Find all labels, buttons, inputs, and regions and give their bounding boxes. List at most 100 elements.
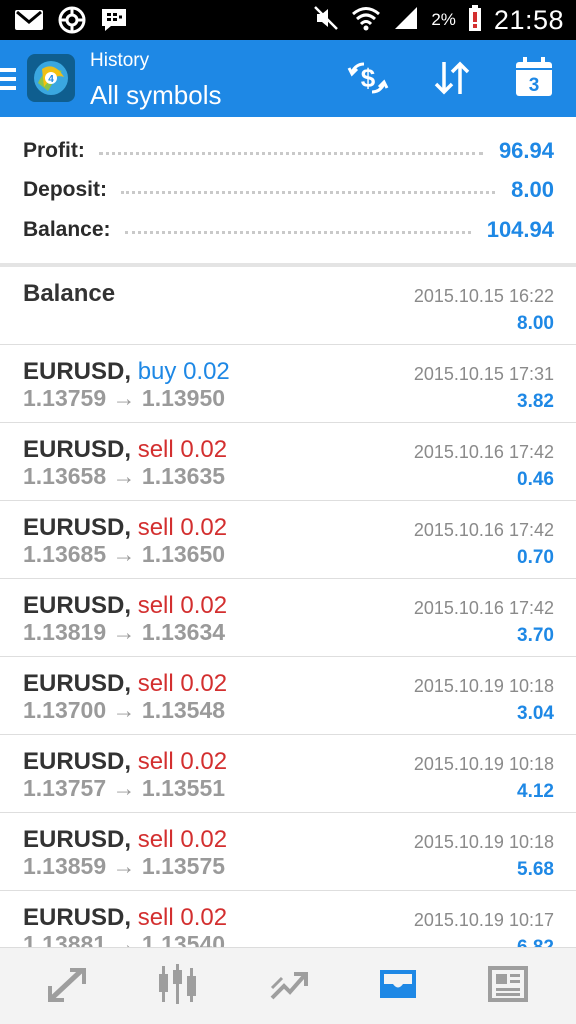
profit-label: Profit: [23,139,85,162]
row-symbol: EURUSD, sell 0.02 [23,826,228,853]
row-volume: 0.02 [183,358,230,385]
history-row[interactable]: EURUSD, buy 0.02 1.13759 → 1.13950 2015.… [0,345,576,423]
row-profit: 3.82 [517,391,554,412]
sort-icon[interactable] [430,58,474,103]
bottom-navigation [0,947,576,1024]
deposit-value: 8.00 [511,177,554,202]
history-summary: Profit: 96.94 Deposit: 8.00 Balance: 104… [0,117,576,267]
row-date: 2015.10.16 17:42 [413,598,554,618]
row-volume: 0.02 [180,826,228,853]
row-profit: 0.46 [517,469,554,490]
symbol-filter-title[interactable]: All symbols [90,80,221,111]
row-side: sell [137,748,174,775]
history-row[interactable]: EURUSD, sell 0.02 1.13819 → 1.13634 2015… [0,579,576,657]
metatrader-logo[interactable]: 4 [26,53,76,103]
row-symbol: EURUSD, sell 0.02 [23,514,228,541]
row-symbol: EURUSD, sell 0.02 [23,904,228,931]
profit-row: Profit: 96.94 [23,131,554,171]
nav-news[interactable] [450,948,565,1024]
row-symbol: EURUSD, sell 0.02 [23,436,228,463]
status-bar: 2% 21:58 [0,0,576,40]
row-side: sell [137,436,174,463]
history-row[interactable]: EURUSD, sell 0.02 1.13658 → 1.13635 2015… [0,423,576,501]
nav-history[interactable] [340,948,455,1024]
gmail-icon [14,8,44,37]
row-prices: 1.13757 → 1.13551 [23,775,226,801]
system-icons: 2% 21:58 [313,0,564,40]
balance-label: Balance: [23,218,111,241]
row-profit: 0.70 [517,547,554,568]
battery-icon [468,4,482,36]
history-row[interactable]: EURUSD, sell 0.02 1.13881 → 1.13540 2015… [0,891,576,947]
history-row[interactable]: EURUSD, sell 0.02 1.13685 → 1.13650 2015… [0,501,576,579]
screen-subtitle: History [90,50,150,71]
row-date: 2015.10.19 10:17 [413,910,554,930]
row-side: sell [137,592,174,619]
row-prices: 1.13881 → 1.13540 [23,931,226,947]
battery-percent: 2% [431,10,456,29]
row-symbol: EURUSD, buy 0.02 [23,358,230,385]
row-volume: 0.02 [180,748,228,775]
nav-trade[interactable] [230,948,345,1024]
row-prices: 1.13685 → 1.13650 [23,541,226,567]
row-profit: 8.00 [517,313,554,334]
row-profit: 3.04 [517,703,554,724]
news-icon [486,964,530,1009]
row-volume: 0.02 [180,436,228,463]
trade-icon [266,964,310,1009]
row-volume: 0.02 [180,670,228,697]
quotes-icon [46,964,90,1009]
menu-icon[interactable] [0,66,18,97]
row-prices: 1.13859 → 1.13575 [23,853,226,879]
balance-value: 104.94 [486,217,554,242]
calendar-icon[interactable]: 3 [514,56,554,103]
calendar-day: 3 [529,75,540,96]
balance-row: Balance: 104.94 [23,210,554,250]
row-date: 2015.10.16 17:42 [413,442,554,462]
row-date: 2015.10.16 17:42 [413,520,554,540]
row-prices: 1.13700 → 1.13548 [23,697,226,723]
chart-icon [156,964,200,1009]
history-row[interactable]: EURUSD, sell 0.02 1.13757 → 1.13551 2015… [0,735,576,813]
nav-chart[interactable] [120,948,235,1024]
wifi-icon [351,5,381,36]
clock: 21:58 [493,4,564,35]
history-row[interactable]: EURUSD, sell 0.02 1.13859 → 1.13575 2015… [0,813,576,891]
row-volume: 0.02 [180,592,228,619]
app-icon [58,6,86,39]
profit-value: 96.94 [498,138,554,163]
notification-icons [14,6,128,39]
bbm-icon [100,7,128,38]
nav-quotes[interactable] [10,948,125,1024]
history-row[interactable]: EURUSD, sell 0.02 1.13700 → 1.13548 2015… [0,657,576,735]
mute-icon [313,5,339,36]
row-volume: 0.02 [180,904,228,931]
row-side: sell [137,514,174,541]
app-bar: 4 History All symbols $ 3 [0,40,576,117]
svg-text:$: $ [361,63,376,93]
history-row[interactable]: Balance 2015.10.15 16:22 8.00 [0,267,576,345]
row-side: sell [137,670,174,697]
row-date: 2015.10.19 10:18 [413,754,554,774]
row-symbol: EURUSD, sell 0.02 [23,670,228,697]
row-side: sell [137,826,174,853]
dotted-leader [124,230,471,234]
currency-exchange-icon[interactable]: $ [346,58,390,103]
dotted-leader [121,190,496,194]
dotted-leader [98,151,483,155]
row-side: buy [137,358,177,385]
history-list[interactable]: Balance 2015.10.15 16:22 8.00 EURUSD, bu… [0,267,576,947]
row-prices: 1.13819 → 1.13634 [23,619,226,645]
row-symbol: Balance [23,280,116,307]
row-profit: 6.82 [517,937,554,947]
row-prices: 1.13759 → 1.13950 [23,385,226,411]
row-date: 2015.10.15 17:31 [413,364,554,384]
history-icon [376,964,420,1009]
row-profit: 3.70 [517,625,554,646]
row-date: 2015.10.19 10:18 [413,832,554,852]
svg-text:4: 4 [48,74,54,85]
row-symbol: EURUSD, sell 0.02 [23,748,228,775]
row-volume: 0.02 [180,514,228,541]
row-side: sell [137,904,174,931]
signal-icon [393,5,419,36]
